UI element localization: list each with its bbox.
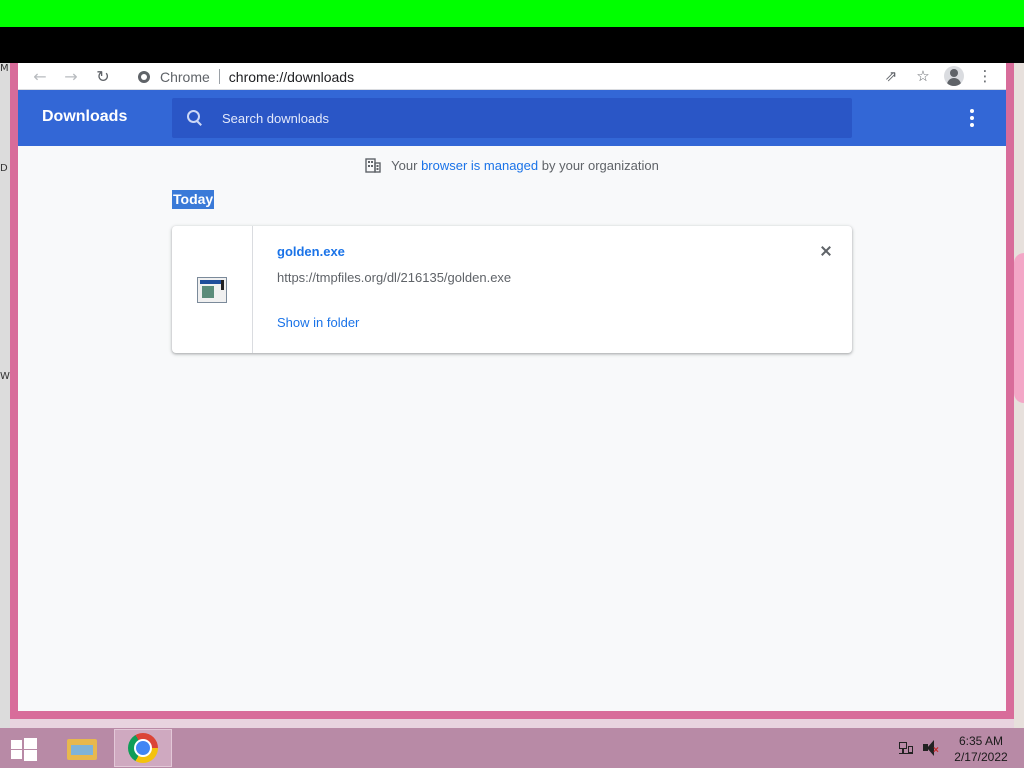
- desktop-right-edge: [1014, 63, 1024, 728]
- volume-muted-icon[interactable]: ×: [922, 739, 940, 757]
- taskbar: × 6:35 AM 2/17/2022: [0, 728, 1024, 768]
- address-separator: [218, 69, 220, 84]
- download-url: https://tmpfiles.org/dl/216135/golden.ex…: [277, 270, 512, 285]
- star-icon[interactable]: ☆: [912, 65, 934, 87]
- file-explorer-icon: [67, 736, 97, 760]
- browser-content: ← → ↻ Chrome chrome://downloads ⇗ ☆ ⋮ Do…: [18, 63, 1006, 711]
- top-black-bar: [0, 27, 1024, 63]
- managed-prefix: Your: [391, 157, 418, 173]
- windows-start-icon[interactable]: [10, 736, 38, 761]
- downloads-header: Downloads: [18, 90, 1006, 146]
- address-url[interactable]: chrome://downloads: [229, 69, 354, 85]
- close-icon[interactable]: [818, 243, 834, 259]
- taskbar-chrome[interactable]: [114, 729, 172, 767]
- search-box[interactable]: [172, 98, 852, 138]
- search-icon[interactable]: [186, 109, 204, 127]
- system-clock[interactable]: 6:35 AM 2/17/2022: [948, 733, 1014, 765]
- show-in-folder-link[interactable]: Show in folder: [277, 315, 359, 330]
- managed-suffix: by your organization: [541, 157, 659, 173]
- managed-notice: Your browser is managed by your organiza…: [18, 157, 1006, 173]
- browser-toolbar: ← → ↻ Chrome chrome://downloads ⇗ ☆ ⋮: [18, 63, 1006, 90]
- search-input[interactable]: [222, 110, 822, 126]
- chrome-icon: [128, 733, 158, 763]
- taskbar-file-explorer[interactable]: [60, 730, 104, 766]
- address-origin: Chrome: [160, 68, 210, 85]
- clock-time: 6:35 AM: [958, 734, 1004, 748]
- clock-date: 2/17/2022: [954, 750, 1008, 764]
- chrome-menu-icon[interactable]: ⋮: [974, 65, 996, 87]
- more-actions-icon[interactable]: [962, 108, 982, 128]
- top-green-bar: [0, 0, 1024, 27]
- site-info-icon[interactable]: [138, 70, 150, 83]
- building-icon: [365, 158, 381, 173]
- download-file-name[interactable]: golden.exe: [277, 244, 345, 259]
- back-icon[interactable]: ←: [29, 66, 51, 86]
- section-title-today: Today: [172, 190, 215, 209]
- download-icon-column: [172, 226, 253, 353]
- share-icon[interactable]: ⇗: [880, 65, 902, 87]
- network-icon[interactable]: [898, 740, 914, 756]
- desktop-left-edge: M D W: [0, 63, 10, 728]
- address-bar[interactable]: Chrome chrome://downloads: [128, 65, 888, 88]
- file-icon: [197, 276, 227, 303]
- page-title: Downloads: [42, 108, 128, 125]
- forward-icon[interactable]: →: [60, 66, 82, 86]
- profile-icon[interactable]: [944, 66, 964, 86]
- managed-link[interactable]: browser is managed: [421, 158, 538, 173]
- browser-window: ← → ↻ Chrome chrome://downloads ⇗ ☆ ⋮ Do…: [10, 63, 1014, 719]
- download-item: golden.exe https://tmpfiles.org/dl/21613…: [172, 226, 852, 353]
- toolbar-actions: ⇗ ☆ ⋮: [880, 65, 996, 87]
- reload-icon[interactable]: ↻: [92, 66, 114, 86]
